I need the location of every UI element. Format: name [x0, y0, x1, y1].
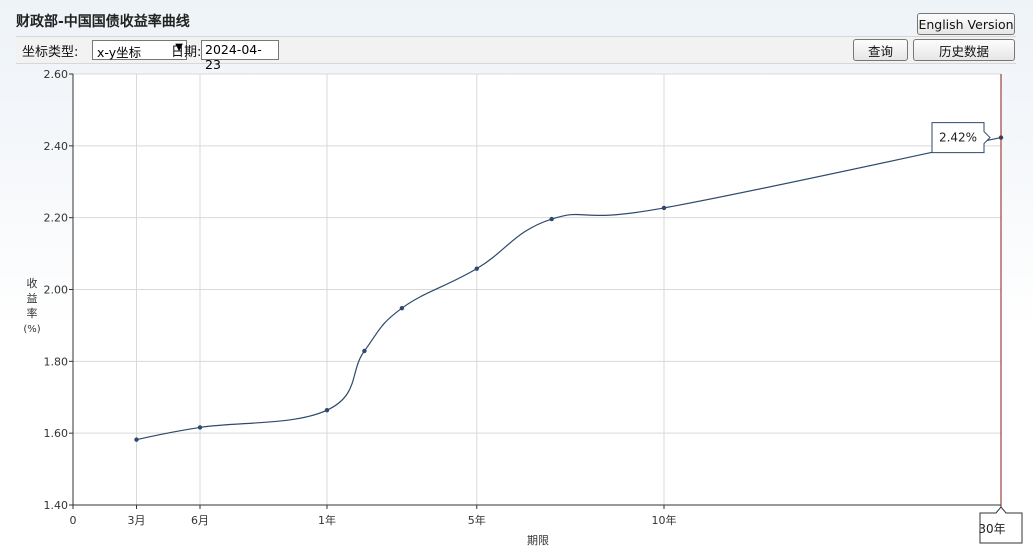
tooltip-text: 2.42%: [939, 131, 977, 145]
date-input[interactable]: 2024-04-23: [201, 40, 279, 72]
y-axis-label-char: 收: [27, 276, 38, 290]
y-tick-label: 1.80: [44, 355, 69, 368]
toolbar: 坐标类型: x-y坐标 ▼ 日期: 2024-04-23 查询 历史数据: [16, 36, 1016, 72]
value-tooltip: 2.42%: [931, 122, 991, 154]
x-tick-label: 6月: [191, 514, 209, 527]
y-tick-label: 2.60: [44, 68, 69, 81]
history-data-button[interactable]: 历史数据: [913, 39, 1015, 61]
x-tick-label: 3月: [128, 514, 146, 527]
english-version-button[interactable]: English Version: [917, 13, 1015, 35]
y-tick-label: 2.20: [44, 212, 69, 225]
date-label: 日期:: [171, 45, 202, 60]
coord-type-value: x-y坐标: [97, 45, 142, 60]
yield-curve-chart[interactable]: 1.40 1.60 1.80 2.00 2.20 2.40 2.60 0 3月 6月 1年 5年 10…: [0, 64, 1033, 551]
y-tick-label: 2.00: [44, 284, 69, 297]
x-tick-label: 0: [70, 514, 77, 527]
x-axis-label: 期限: [527, 534, 549, 547]
y-axis-label: 收益率 (%): [23, 276, 40, 335]
query-button[interactable]: 查询: [853, 39, 908, 61]
y-tick-label: 1.40: [44, 499, 69, 512]
x-axis-ticks: 0 3月 6月 1年 5年 10年: [70, 505, 1002, 527]
data-point: [661, 205, 667, 211]
page-title: 财政部-中国国债收益率曲线: [16, 14, 190, 30]
y-tick-label: 2.40: [44, 140, 69, 153]
y-axis-ticks: 1.40 1.60 1.80 2.00 2.20 2.40 2.60: [44, 68, 73, 512]
x-tick-label: 10年: [652, 513, 677, 527]
data-point: [399, 305, 405, 311]
y-tick-label: 1.60: [44, 427, 69, 440]
data-point: [197, 425, 203, 430]
y-axis-label-char: 率: [27, 306, 38, 320]
x-tick-label: 5年: [468, 513, 486, 527]
data-point: [324, 407, 330, 413]
data-point: [362, 348, 367, 354]
data-point: [474, 266, 479, 271]
y-axis-label-char: (%): [23, 324, 40, 335]
y-axis-label-char: 益: [27, 291, 38, 305]
data-point: [549, 216, 554, 222]
crosshair-x-label: 30年: [978, 506, 1023, 544]
x-tick-label: 1年: [318, 513, 336, 527]
data-point: [134, 437, 139, 442]
crosshair-x-text: 30年: [978, 522, 1005, 536]
coord-type-label: 坐标类型:: [22, 45, 79, 60]
